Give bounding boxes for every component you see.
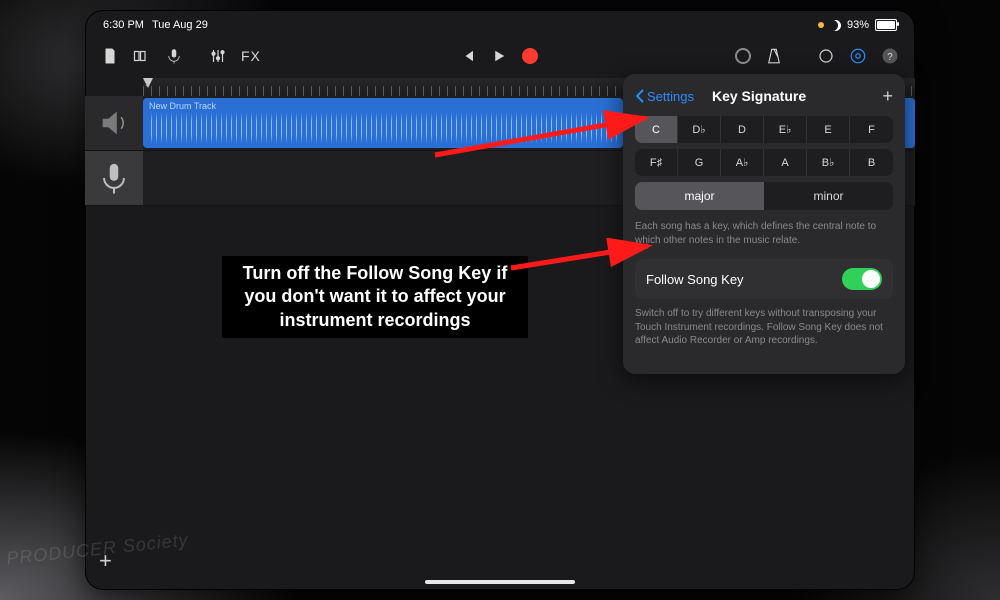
play-icon[interactable] [490, 47, 508, 65]
recording-indicator-icon [818, 22, 824, 28]
status-date: Tue Aug 29 [152, 19, 208, 31]
back-label: Settings [647, 89, 694, 104]
key-e[interactable]: E [807, 116, 850, 143]
battery-percent: 93% [847, 19, 869, 31]
help-icon[interactable]: ? [881, 47, 899, 65]
browser-toggle-icon[interactable] [133, 47, 151, 65]
follow-song-key-toggle[interactable] [842, 268, 882, 290]
key-a[interactable]: A [764, 149, 807, 176]
master-volume-icon[interactable] [735, 48, 751, 64]
follow-song-key-label: Follow Song Key [646, 272, 744, 287]
key-d[interactable]: D [721, 116, 764, 143]
bar-number: 1 [145, 79, 149, 88]
metronome-icon[interactable] [765, 47, 783, 65]
mode-selector: major minor [635, 182, 893, 210]
record-button[interactable] [522, 48, 538, 64]
track-header-mic[interactable] [85, 151, 143, 206]
annotation-caption: Turn off the Follow Song Key if you don'… [222, 256, 528, 338]
mode-minor[interactable]: minor [764, 182, 893, 210]
track-controls-icon[interactable] [209, 47, 227, 65]
key-b[interactable]: B [850, 149, 893, 176]
battery-icon [875, 19, 897, 31]
key-e-flat[interactable]: E♭ [764, 116, 807, 143]
back-button[interactable]: Settings [635, 89, 694, 104]
track-header-speaker[interactable] [85, 96, 143, 151]
key-a-flat[interactable]: A♭ [721, 149, 764, 176]
follow-help-text: Switch off to try different keys without… [635, 307, 893, 348]
mode-major[interactable]: major [635, 182, 764, 210]
svg-text:?: ? [887, 52, 893, 63]
add-icon[interactable]: + [882, 86, 893, 107]
popover-title: Key Signature [700, 88, 877, 104]
microphone-icon[interactable] [165, 47, 183, 65]
fx-button[interactable]: FX [241, 48, 261, 64]
annotation-arrow-top [430, 110, 660, 170]
key-help-text: Each song has a key, which defines the c… [635, 220, 893, 247]
key-f[interactable]: F [850, 116, 893, 143]
status-bar: 6:30 PM Tue Aug 29 93% [85, 10, 915, 36]
key-selector-row2: F♯ G A♭ A B♭ B [635, 149, 893, 176]
go-to-beginning-icon[interactable] [458, 47, 476, 65]
key-d-flat[interactable]: D♭ [678, 116, 721, 143]
settings-gear-icon[interactable] [849, 47, 867, 65]
annotation-arrow-bottom [508, 238, 658, 278]
follow-song-key-row: Follow Song Key [635, 259, 893, 299]
status-time: 6:30 PM [103, 19, 144, 31]
my-songs-icon[interactable] [101, 47, 119, 65]
home-indicator[interactable] [425, 580, 575, 584]
key-b-flat[interactable]: B♭ [807, 149, 850, 176]
loop-browser-icon[interactable] [817, 47, 835, 65]
app-toolbar: FX ? [85, 36, 915, 78]
key-selector-row1: C D♭ D E♭ E F [635, 116, 893, 143]
key-g[interactable]: G [678, 149, 721, 176]
key-signature-popover: Settings Key Signature + C D♭ D E♭ E F F… [623, 74, 905, 374]
do-not-disturb-icon [830, 20, 841, 31]
